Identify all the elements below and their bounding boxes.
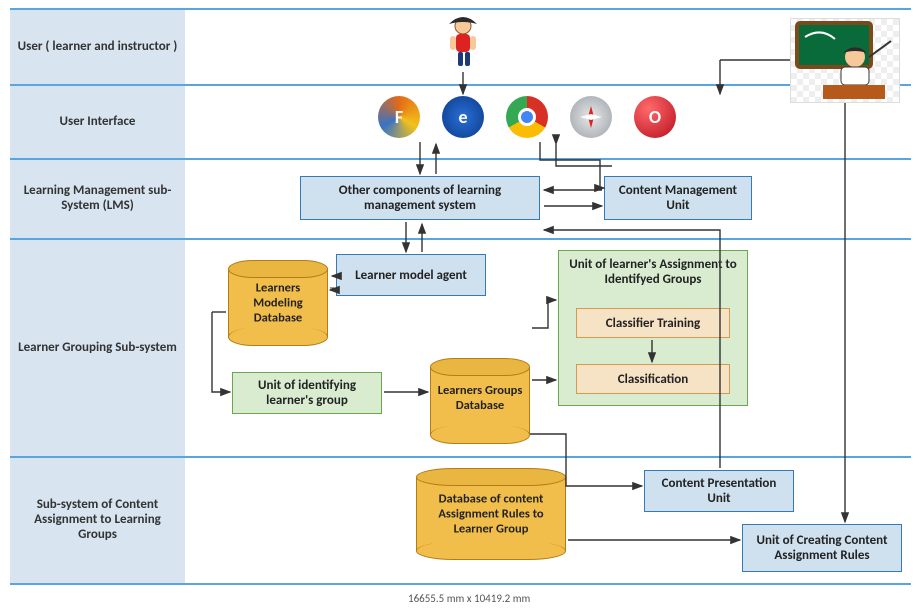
classifier-training: Classifier Training (576, 308, 730, 338)
ie-icon: e (442, 96, 484, 138)
content-presentation-unit: Content Presentation Unit (644, 470, 794, 512)
student-icon (440, 14, 486, 72)
icon-glyph: F (395, 106, 403, 128)
content-assignment-rules-db: Database of content Assignment Rules to … (416, 468, 566, 560)
lms-other-components: Other components of learning management … (300, 176, 540, 220)
ula-title: Unit of learner's Assignment to Identify… (565, 257, 741, 287)
chrome-icon (506, 96, 548, 138)
firefox-icon: F (378, 96, 420, 138)
row-label-ui: User Interface (10, 84, 185, 158)
learner-model-agent: Learner model agent (336, 254, 486, 296)
db-label: Database of content Assignment Rules to … (416, 491, 566, 536)
row-label-user: User ( learner and instructor ) (10, 8, 185, 84)
opera-icon: O (634, 96, 676, 138)
chrome-core (518, 108, 536, 126)
browser-icons: F e O (378, 96, 676, 138)
classification: Classification (576, 364, 730, 394)
teacher-icon (790, 18, 900, 103)
learners-groups-db: Learners Groups Database (430, 358, 530, 444)
db-label: Learners Modeling Database (228, 281, 328, 326)
row-label-content-assign: Sub-system of Content Assignment to Lear… (10, 456, 185, 583)
unit-creating-content-rules: Unit of Creating Content Assignment Rule… (742, 524, 902, 572)
content-management-unit: Content Management Unit (604, 176, 752, 220)
row-label-grouping: Learner Grouping Sub-system (10, 238, 185, 456)
row-label-lms: Learning Management sub-System (LMS) (10, 158, 185, 238)
unit-identifying-group: Unit of identifying learner's group (232, 372, 382, 414)
db-label: Learners Groups Database (430, 383, 530, 413)
learners-modeling-db: Learners Modeling Database (228, 260, 328, 346)
icon-glyph: e (458, 106, 467, 128)
divider (10, 583, 911, 585)
safari-icon (570, 96, 612, 138)
footer-dimensions: 16655.5 mm x 10419.2 mm (408, 592, 530, 605)
icon-glyph: O (649, 106, 661, 128)
